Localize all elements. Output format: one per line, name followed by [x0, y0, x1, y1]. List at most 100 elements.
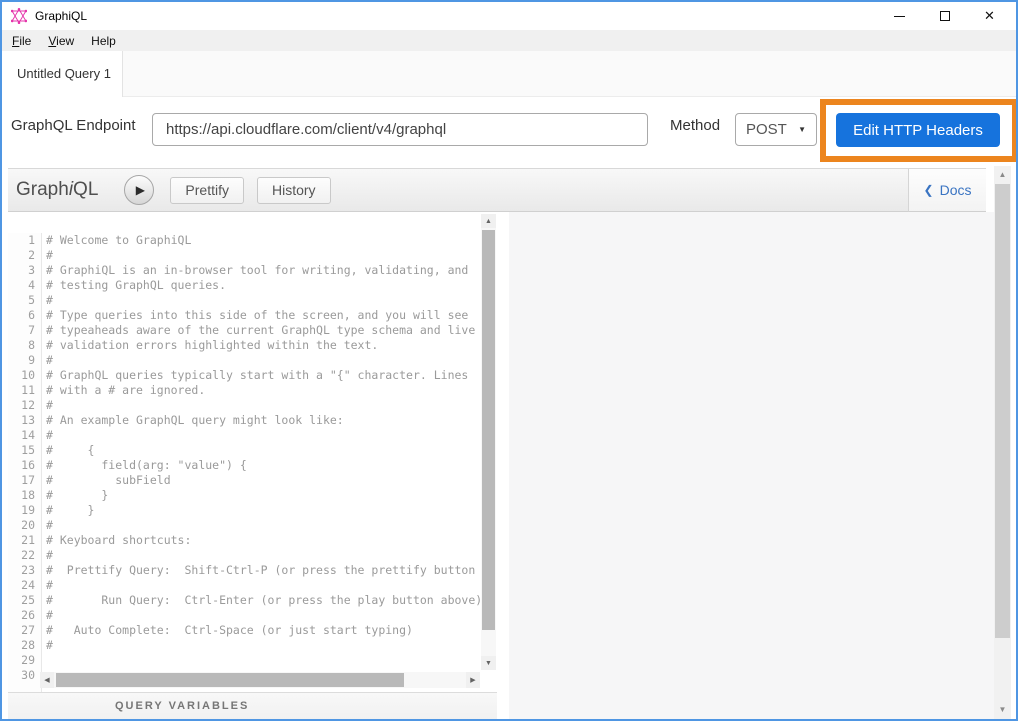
- line-number: 12: [8, 398, 35, 413]
- code-line: # GraphiQL is an in-browser tool for wri…: [46, 263, 480, 278]
- query-variables-bar[interactable]: QUERY VARIABLES: [8, 692, 497, 719]
- scroll-left-icon[interactable]: ◀: [40, 672, 54, 688]
- endpoint-label: GraphQL Endpoint: [11, 117, 136, 134]
- line-number: 2: [8, 248, 35, 263]
- graphiql-logo: GraphiQL: [16, 179, 98, 201]
- code-line: #: [46, 293, 480, 308]
- menu-view-label-rest: iew: [56, 34, 74, 48]
- code-line: # field(arg: "value") {: [46, 458, 480, 473]
- code-lines[interactable]: # Welcome to GraphiQL # # GraphiQL is an i…: [46, 233, 480, 676]
- scroll-down-icon[interactable]: ▼: [994, 702, 1011, 717]
- editor-horizontal-scrollbar-thumb[interactable]: [56, 673, 404, 687]
- chevron-left-icon: ❮: [924, 183, 934, 197]
- maximize-button[interactable]: [922, 2, 967, 30]
- prettify-button[interactable]: Prettify: [170, 177, 244, 204]
- code-line: # Type queries into this side of the scr…: [46, 308, 480, 323]
- line-number: 10: [8, 368, 35, 383]
- line-number: 14: [8, 428, 35, 443]
- scroll-right-icon[interactable]: ▶: [466, 672, 480, 688]
- editor-vertical-scrollbar-thumb[interactable]: [482, 230, 495, 630]
- code-line: #: [46, 398, 480, 413]
- code-line: #: [46, 638, 480, 653]
- code-line: #: [46, 428, 480, 443]
- code-line: # Keyboard shortcuts:: [46, 533, 480, 548]
- line-number: 21: [8, 533, 35, 548]
- code-line: #: [46, 518, 480, 533]
- line-number: 27: [8, 623, 35, 638]
- code-line: # {: [46, 443, 480, 458]
- query-editor-pane[interactable]: 1234567891011121314151617181920212223242…: [8, 212, 497, 692]
- close-icon: ✕: [984, 8, 995, 24]
- code-line: # subField: [46, 473, 480, 488]
- code-line: # GraphQL queries typically start with a…: [46, 368, 480, 383]
- menu-help[interactable]: Help: [88, 32, 124, 50]
- line-number: 22: [8, 548, 35, 563]
- code-line: # typeaheads aware of the current GraphQ…: [46, 323, 480, 338]
- editor-vertical-scrollbar[interactable]: ▲ ▼: [481, 214, 496, 670]
- line-number: 4: [8, 278, 35, 293]
- scroll-down-icon[interactable]: ▼: [481, 656, 496, 670]
- menu-view[interactable]: View: [45, 32, 82, 50]
- scroll-up-icon[interactable]: ▲: [994, 167, 1011, 182]
- scroll-up-icon[interactable]: ▲: [481, 214, 496, 228]
- docs-link[interactable]: ❮ Docs: [924, 182, 972, 198]
- method-select[interactable]: POST ▼: [735, 113, 817, 146]
- code-line: # Auto Complete: Ctrl-Space (or just sta…: [46, 623, 480, 638]
- docs-bar: ❮ Docs: [908, 168, 986, 212]
- line-number: 3: [8, 263, 35, 278]
- line-number: 15: [8, 443, 35, 458]
- maximize-icon: [940, 11, 950, 21]
- code-line: # testing GraphQL queries.: [46, 278, 480, 293]
- minimize-icon: [894, 16, 905, 17]
- docs-label: Docs: [940, 182, 972, 198]
- endpoint-input[interactable]: [152, 113, 648, 146]
- method-value: POST: [746, 121, 787, 138]
- titlebar: GraphiQL ✕: [2, 2, 1016, 30]
- line-number: 18: [8, 488, 35, 503]
- menubar: File View Help: [2, 30, 1016, 51]
- window-vertical-scrollbar[interactable]: ▲ ▼: [994, 166, 1011, 719]
- line-number: 24: [8, 578, 35, 593]
- line-number: 1: [8, 233, 35, 248]
- chevron-down-icon: ▼: [798, 125, 806, 134]
- line-number: 9: [8, 353, 35, 368]
- line-number: 5: [8, 293, 35, 308]
- line-number: 25: [8, 593, 35, 608]
- line-number: 8: [8, 338, 35, 353]
- code-line: # validation errors highlighted within t…: [46, 338, 480, 353]
- history-button[interactable]: History: [257, 177, 331, 204]
- menu-help-label: Help: [91, 34, 116, 48]
- code-line: #: [46, 353, 480, 368]
- tab-untitled-query-1[interactable]: Untitled Query 1: [2, 51, 123, 97]
- code-line: # Prettify Query: Shift-Ctrl-P (or press…: [46, 563, 480, 578]
- code-line: #: [46, 608, 480, 623]
- code-line: #: [46, 578, 480, 593]
- menu-view-label: V: [48, 34, 56, 48]
- line-number: 20: [8, 518, 35, 533]
- menu-file[interactable]: File: [9, 32, 39, 50]
- code-line: #: [46, 548, 480, 563]
- window-vertical-scrollbar-thumb[interactable]: [995, 184, 1010, 638]
- code-line: # }: [46, 503, 480, 518]
- line-number: 29: [8, 653, 35, 668]
- logo-part: QL: [73, 179, 98, 200]
- app-window: GraphiQL ✕ File View Help Untitled Query…: [0, 0, 1018, 721]
- edit-http-headers-button[interactable]: Edit HTTP Headers: [836, 113, 1000, 147]
- close-button[interactable]: ✕: [967, 2, 1012, 30]
- execute-query-button[interactable]: ▶: [124, 175, 154, 205]
- line-number: 30: [8, 668, 35, 683]
- line-number: 13: [8, 413, 35, 428]
- line-number: 11: [8, 383, 35, 398]
- play-icon: ▶: [136, 183, 145, 197]
- code-line: # Welcome to GraphiQL: [46, 233, 480, 248]
- editor-horizontal-scrollbar[interactable]: ◀ ▶: [40, 672, 480, 688]
- query-variables-title: QUERY VARIABLES: [115, 700, 249, 712]
- code-line: # Run Query: Ctrl-Enter (or press the pl…: [46, 593, 480, 608]
- graphql-logo-icon: [11, 8, 27, 24]
- window-controls: ✕: [877, 2, 1012, 30]
- line-numbers: 1234567891011121314151617181920212223242…: [8, 233, 42, 692]
- line-number: 19: [8, 503, 35, 518]
- tab-strip: Untitled Query 1: [2, 51, 1016, 97]
- method-label: Method: [670, 117, 720, 134]
- minimize-button[interactable]: [877, 2, 922, 30]
